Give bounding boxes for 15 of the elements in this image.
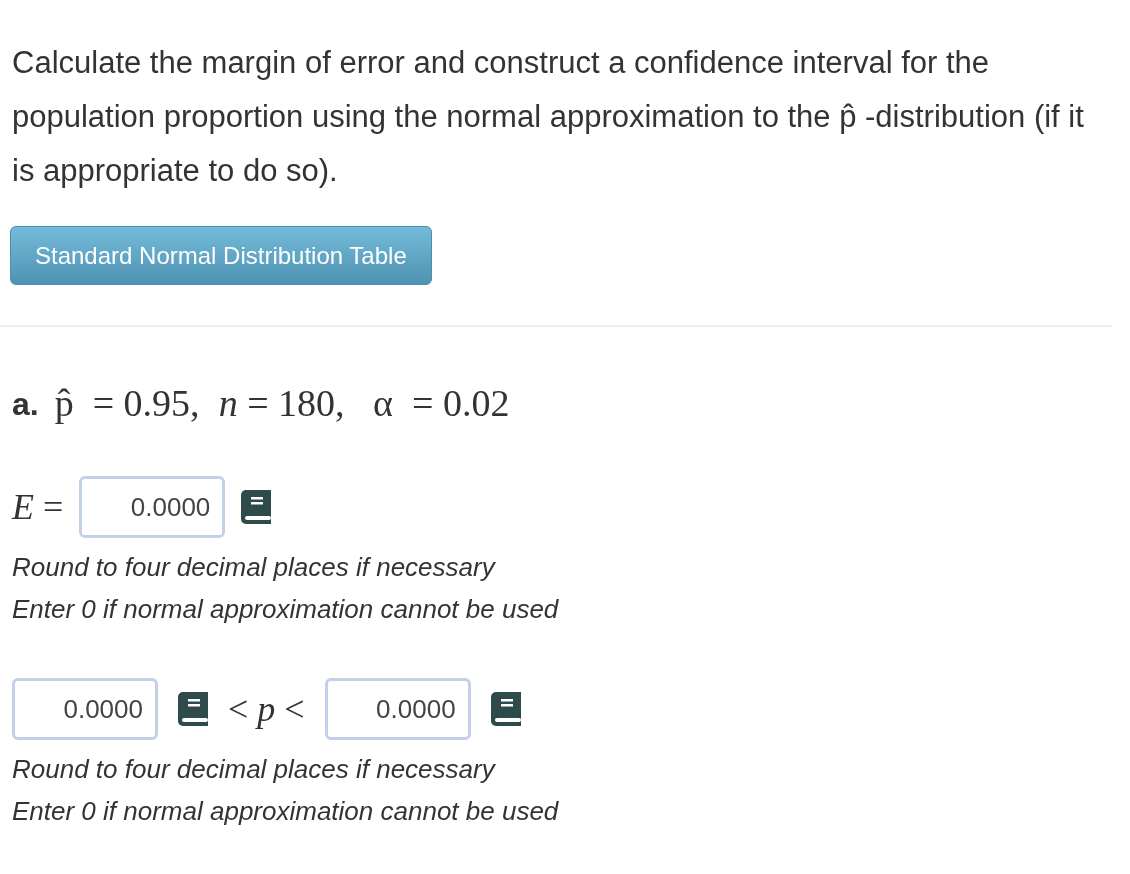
hint-text: Enter 0 if normal approximation cannot be used [12,795,560,828]
book-icon[interactable] [178,692,208,726]
answer-field[interactable]: 0.0000 [324,678,471,740]
book-icon[interactable] [490,692,521,726]
part-label: a. [12,384,39,424]
hint-text: Round to four decimal places if necessary [12,551,497,584]
inequality-text: < p < [228,688,305,731]
answer-field[interactable]: 0.0000 [12,678,158,740]
margin-label: E = [12,486,64,529]
hint-text: Enter 0 if normal approximation cannot be used [12,593,560,626]
answer-field[interactable]: 0.0000 [79,476,226,538]
given-values: p̂ = 0.95, n = 180, α = 0.02 [54,381,510,426]
book-icon[interactable] [241,490,272,524]
question-text: Calculate the margin of error and construct a confidence interval for the population proportion using the normal approximation to the p̂ -distribution (if it is appropriate to do so). [12,44,1085,190]
hint-text: Round to four decimal places if necessary [12,753,497,786]
